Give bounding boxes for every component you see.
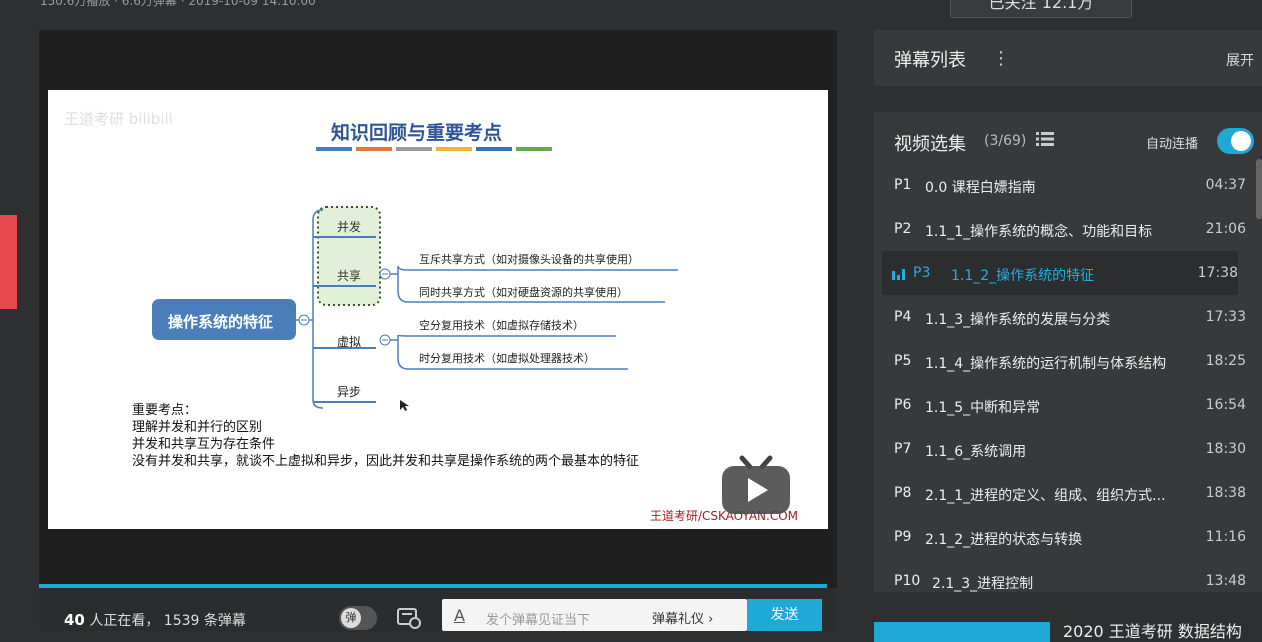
episode-duration: 16:54 bbox=[1205, 397, 1246, 413]
text-style-icon[interactable]: A bbox=[454, 606, 465, 625]
episode-duration: 13:48 bbox=[1205, 573, 1246, 589]
follow-button[interactable]: 已关注 12.1万 bbox=[950, 0, 1132, 18]
episode-title: 1.1_3_操作系统的发展与分类 bbox=[925, 312, 1111, 328]
episode-item[interactable]: P9 2.1_2_进程的状态与转换 11:16 bbox=[874, 515, 1254, 559]
episode-title: 0.0 课程白嫖指南 bbox=[925, 180, 1036, 196]
more-options-icon[interactable]: ⋮ bbox=[992, 48, 1010, 69]
episode-number: P8 bbox=[894, 485, 912, 501]
episode-item[interactable]: P8 2.1_1_进程的定义、组成、组织方式... 18:38 bbox=[874, 471, 1254, 515]
danmaku-list-title: 弹幕列表 bbox=[894, 50, 966, 71]
episode-number: P2 bbox=[894, 221, 912, 237]
recommend-title[interactable]: 2020 王道考研 数据结构 bbox=[1063, 618, 1242, 642]
episode-title: 1.1_6_系统调用 bbox=[925, 444, 1027, 460]
node-virtual: 虚拟 bbox=[337, 335, 362, 349]
episode-duration: 18:38 bbox=[1205, 485, 1246, 501]
etiquette-label: 弹幕礼仪 bbox=[652, 612, 705, 627]
node-sharing: 共享 bbox=[337, 269, 362, 283]
episode-number: P1 bbox=[894, 177, 912, 193]
episode-number: P3 bbox=[913, 265, 931, 281]
title-underline-segment bbox=[396, 147, 432, 151]
node-concurrency: 并发 bbox=[337, 220, 362, 234]
episode-number: P5 bbox=[894, 353, 912, 369]
episode-title: 2.1_3_进程控制 bbox=[932, 576, 1034, 592]
chevron-right-icon: › bbox=[708, 612, 714, 627]
notes-line: 理解并发和并行的区别 bbox=[132, 420, 263, 435]
episode-title: 1.1_5_中断和异常 bbox=[925, 400, 1041, 416]
now-playing-icon bbox=[892, 269, 905, 280]
episode-title: 1.1_2_操作系统的特征 bbox=[951, 268, 1095, 284]
title-underline-segment bbox=[516, 147, 552, 151]
title-underline-segment bbox=[356, 147, 392, 151]
playlist-count: (3/69) bbox=[984, 133, 1027, 149]
episode-duration: 11:16 bbox=[1205, 529, 1246, 545]
danmaku-input[interactable]: A 发个弹幕见证当下 弹幕礼仪 › bbox=[442, 599, 747, 631]
video-frame[interactable]: 王道考研 bilibili 知识回顾与重要考点 操作系统的特征 并发 共享 虚拟… bbox=[48, 90, 828, 529]
episode-item[interactable]: P6 1.1_5_中断和异常 16:54 bbox=[874, 383, 1254, 427]
episode-number: P6 bbox=[894, 397, 912, 413]
slide-notes: 重要考点： 理解并发和并行的区别 并发和共享互为存在条件 没有并发和共享，就谈不… bbox=[132, 402, 639, 470]
playlist-title: 视频选集 bbox=[894, 134, 966, 155]
episode-duration: 17:33 bbox=[1205, 309, 1246, 325]
danmaku-count: 1539 bbox=[163, 613, 200, 629]
episode-duration: 18:30 bbox=[1205, 441, 1246, 457]
viewers-count: 40 bbox=[64, 611, 85, 629]
danmaku-list-panel: 弹幕列表 ⋮ 展开 bbox=[874, 30, 1262, 86]
play-icon[interactable] bbox=[720, 454, 792, 516]
title-underline-segment bbox=[476, 147, 512, 151]
episode-list: P1 0.0 课程白嫖指南 04:37 P2 1.1_1_操作系统的概念、功能和… bbox=[874, 163, 1254, 592]
root-node-label: 操作系统的特征 bbox=[168, 313, 274, 331]
notes-line: 重要考点： bbox=[132, 403, 198, 418]
danmaku-label: 条弹幕 bbox=[203, 613, 246, 629]
episode-item[interactable]: P4 1.1_3_操作系统的发展与分类 17:33 bbox=[874, 295, 1254, 339]
episode-number: P9 bbox=[894, 529, 912, 545]
episode-duration: 04:37 bbox=[1205, 177, 1246, 193]
node-async: 异步 bbox=[337, 385, 362, 399]
episode-item[interactable]: P10 2.1_3_进程控制 13:48 bbox=[874, 559, 1254, 592]
playlist-scrollbar[interactable] bbox=[1256, 159, 1262, 219]
episode-item[interactable]: P2 1.1_1_操作系统的概念、功能和目标 21:06 bbox=[874, 207, 1254, 251]
viewer-stats: 40 人正在看， 1539 条弹幕 bbox=[64, 610, 246, 630]
virtual-child-1: 空分复用技术（如虚拟存储技术） bbox=[419, 319, 584, 332]
playlist-panel: 视频选集 (3/69) 自动连播 P1 0.0 课程白嫖指南 04:37 P2 … bbox=[874, 112, 1262, 592]
virtual-child-2: 时分复用技术（如虚拟处理器技术） bbox=[419, 352, 595, 365]
danmaku-toggle[interactable]: 弹 bbox=[339, 606, 377, 630]
expand-button[interactable]: 展开 bbox=[1226, 50, 1254, 70]
episode-title: 2.1_2_进程的状态与转换 bbox=[925, 532, 1083, 548]
sharing-child-2: 同时共享方式（如对硬盘资源的共享使用） bbox=[419, 286, 628, 299]
notes-line: 并发和共享互为存在条件 bbox=[132, 437, 276, 452]
episode-duration: 17:38 bbox=[1197, 265, 1238, 281]
episode-item[interactable]: P5 1.1_4_操作系统的运行机制与体系结构 18:25 bbox=[874, 339, 1254, 383]
notes-line: 没有并发和共享，就谈不上虚拟和异步，因此并发和共享是操作系统的两个最基本的特征 bbox=[132, 454, 640, 469]
title-underline-segment bbox=[436, 147, 472, 151]
episode-title: 2.1_1_进程的定义、组成、组织方式... bbox=[925, 488, 1166, 504]
side-tab[interactable] bbox=[0, 215, 17, 309]
viewers-label: 人正在看， bbox=[89, 613, 160, 629]
episode-title: 1.1_4_操作系统的运行机制与体系结构 bbox=[925, 356, 1167, 372]
episode-title: 1.1_1_操作系统的概念、功能和目标 bbox=[925, 224, 1153, 240]
sharing-child-1: 互斥共享方式（如对摄像头设备的共享使用） bbox=[419, 253, 639, 266]
episode-item[interactable]: P7 1.1_6_系统调用 18:30 bbox=[874, 427, 1254, 471]
episode-number: P7 bbox=[894, 441, 912, 457]
recommend-thumbnail[interactable] bbox=[874, 622, 1050, 642]
autoplay-switch[interactable] bbox=[1217, 128, 1254, 154]
autoplay-label: 自动连播 bbox=[1146, 137, 1199, 152]
danmaku-toggle-label: 弹 bbox=[341, 608, 361, 628]
video-meta: 150.6万播放 · 6.6万弹幕 · 2019-10-09 14:10:00 bbox=[40, 0, 316, 8]
episode-duration: 21:06 bbox=[1205, 221, 1246, 237]
danmaku-etiquette-link[interactable]: 弹幕礼仪 › bbox=[652, 608, 713, 627]
episode-duration: 18:25 bbox=[1205, 353, 1246, 369]
send-button[interactable]: 发送 bbox=[747, 599, 822, 631]
player-controls: 40 人正在看， 1539 条弹幕 弹 A 发个弹幕见证当下 弹幕礼仪 › 发送 bbox=[39, 588, 837, 631]
danmaku-input-placeholder: 发个弹幕见证当下 bbox=[486, 613, 591, 628]
episode-item-active[interactable]: P3 1.1_2_操作系统的特征 17:38 bbox=[882, 251, 1238, 295]
episode-item[interactable]: P1 0.0 课程白嫖指南 04:37 bbox=[874, 163, 1254, 207]
episode-number: P4 bbox=[894, 309, 912, 325]
list-view-icon[interactable] bbox=[1036, 131, 1054, 147]
episode-number: P10 bbox=[894, 573, 921, 589]
title-underline-segment bbox=[316, 147, 352, 151]
danmaku-settings-icon[interactable] bbox=[396, 606, 422, 630]
